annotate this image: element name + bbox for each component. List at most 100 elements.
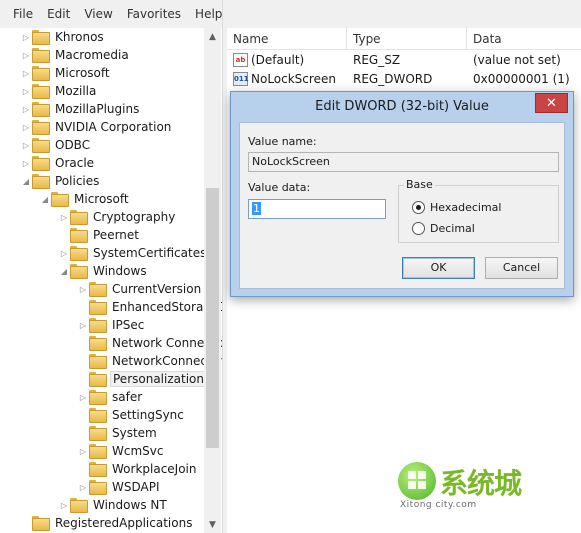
tree-item-label: safer — [112, 390, 143, 404]
tree-item-label: ODBC — [55, 138, 91, 152]
watermark-text: 系统城 — [440, 467, 522, 500]
tree-item-label: Oracle — [55, 156, 95, 170]
folder-icon — [32, 66, 50, 81]
expand-arrow-icon[interactable]: ▷ — [58, 244, 70, 262]
tree-item-label-selected: Personalization — [110, 371, 207, 387]
list-row-nolockscreen[interactable]: 011 NoLockScreen REG_DWORD 0x00000001 (1… — [227, 70, 581, 89]
tree-item[interactable]: ▷ SystemCertificates — [58, 244, 208, 262]
radio-decimal[interactable]: Decimal — [412, 220, 475, 236]
tree-item-label: NVIDIA Corporation — [55, 120, 172, 134]
tree-item[interactable]: Personalization — [77, 370, 207, 388]
value-data-text: 1 — [252, 202, 261, 215]
tree-item[interactable]: ◢ Microsoft — [39, 190, 131, 208]
folder-icon — [89, 372, 107, 387]
cancel-button[interactable]: Cancel — [485, 257, 558, 279]
ok-button[interactable]: OK — [402, 257, 475, 279]
list-row-default[interactable]: ab (Default) REG_SZ (value not set) — [227, 51, 581, 70]
value-data-input[interactable]: 1 — [248, 199, 386, 219]
tree-item[interactable]: EnhancedStorageDevices — [77, 298, 222, 316]
folder-icon — [32, 84, 50, 99]
menu-edit[interactable]: Edit — [40, 0, 77, 28]
registry-tree[interactable]: ▷ Khronos ▷ Macromedia ▷ Microsoft ▷ Mozilla ▷ Mo… — [0, 28, 222, 533]
scroll-down-arrow-icon[interactable]: ▼ — [204, 516, 221, 533]
scroll-up-arrow-icon[interactable]: ▲ — [204, 28, 221, 45]
folder-icon — [89, 444, 107, 459]
tree-item[interactable]: ▷ IPSec — [77, 316, 146, 334]
collapse-arrow-icon[interactable]: ◢ — [58, 262, 70, 280]
tree-item-label: Mozilla — [55, 84, 97, 98]
string-value-icon: ab — [233, 53, 248, 67]
tree-item[interactable]: NetworkConnectivityStatusIndicator — [77, 352, 222, 370]
tree-item[interactable]: ▷ Microsoft — [20, 64, 112, 82]
folder-icon — [89, 390, 107, 405]
folder-icon — [89, 336, 107, 351]
tree-item[interactable]: ▷ Cryptography — [58, 208, 177, 226]
menu-view[interactable]: View — [77, 0, 119, 28]
expand-arrow-icon[interactable]: ▷ — [77, 478, 89, 496]
tree-item[interactable]: ▷ NVIDIA Corporation — [20, 118, 173, 136]
tree-item-label: System — [112, 426, 157, 440]
expand-arrow-icon[interactable]: ▷ — [20, 82, 32, 100]
tree-item[interactable]: ▷ ODBC — [20, 136, 92, 154]
tree-item[interactable]: Network Connections — [77, 334, 222, 352]
tree-item[interactable]: ▷ MozillaPlugins — [20, 100, 141, 118]
radio-unselected-icon[interactable] — [412, 221, 425, 235]
folder-icon — [70, 264, 88, 279]
tree-item[interactable]: SettingSync — [77, 406, 186, 424]
tree-item[interactable]: ▷ Oracle — [20, 154, 96, 172]
tree-item[interactable]: ▷ WcmSvc — [77, 442, 165, 460]
collapse-arrow-icon[interactable]: ◢ — [39, 190, 51, 208]
expand-arrow-icon[interactable]: ▷ — [20, 154, 32, 172]
menu-file[interactable]: File — [6, 0, 40, 28]
tree-item[interactable]: ▷ Mozilla — [20, 82, 98, 100]
expand-arrow-icon[interactable]: ▷ — [77, 316, 89, 334]
no-expander — [77, 352, 89, 370]
value-type: REG_SZ — [353, 53, 401, 67]
expand-arrow-icon[interactable]: ▷ — [20, 100, 32, 118]
tree-item[interactable]: System — [77, 424, 159, 442]
tree-item[interactable]: ▷ CurrentVersion — [77, 280, 203, 298]
tree-item[interactable]: WorkplaceJoin — [77, 460, 199, 478]
no-expander — [77, 370, 89, 388]
tree-item-label: WcmSvc — [112, 444, 164, 458]
tree-item[interactable]: ▷ Khronos — [20, 28, 106, 46]
radio-selected-icon[interactable] — [412, 200, 425, 214]
expand-arrow-icon[interactable]: ▷ — [20, 118, 32, 136]
no-expander — [58, 226, 70, 244]
tree-item[interactable]: ◢ Policies — [20, 172, 101, 190]
menu-favorites[interactable]: Favorites — [120, 0, 188, 28]
close-icon[interactable]: ✕ — [535, 93, 568, 113]
expand-arrow-icon[interactable]: ▷ — [20, 136, 32, 154]
column-type[interactable]: Type — [347, 28, 467, 50]
scroll-thumb[interactable] — [206, 188, 219, 448]
list-header: Name Type Data — [227, 28, 581, 50]
no-expander — [77, 334, 89, 352]
tree-item-label: Khronos — [55, 30, 104, 44]
expand-arrow-icon[interactable]: ▷ — [20, 28, 32, 46]
tree-item[interactable]: Peernet — [58, 226, 141, 244]
expand-arrow-icon[interactable]: ▷ — [20, 46, 32, 64]
tree-item-label: WorkplaceJoin — [112, 462, 197, 476]
folder-icon — [32, 516, 50, 531]
tree-item-label: MozillaPlugins — [55, 102, 140, 116]
tree-item[interactable]: ◢ Windows — [58, 262, 149, 280]
column-data[interactable]: Data — [467, 28, 581, 50]
radio-hexadecimal[interactable]: Hexadecimal — [412, 199, 501, 215]
expand-arrow-icon[interactable]: ▷ — [58, 496, 70, 514]
collapse-arrow-icon[interactable]: ◢ — [20, 172, 32, 190]
expand-arrow-icon[interactable]: ▷ — [77, 280, 89, 298]
column-name[interactable]: Name — [227, 28, 347, 50]
tree-item[interactable]: ▷ safer — [77, 388, 144, 406]
tree-item[interactable]: RegisteredApplications — [20, 514, 194, 532]
decimal-label: Decimal — [430, 221, 475, 235]
tree-item[interactable]: ▷ Macromedia — [20, 46, 131, 64]
expand-arrow-icon[interactable]: ▷ — [58, 208, 70, 226]
expand-arrow-icon[interactable]: ▷ — [20, 64, 32, 82]
expand-arrow-icon[interactable]: ▷ — [77, 442, 89, 460]
dialog-body: Value name: NoLockScreen Value data: 1 B… — [239, 122, 565, 289]
folder-icon — [89, 426, 107, 441]
tree-scrollbar[interactable]: ▲ ▼ — [204, 28, 221, 533]
tree-item[interactable]: ▷ Windows NT — [58, 496, 169, 514]
expand-arrow-icon[interactable]: ▷ — [77, 388, 89, 406]
tree-item[interactable]: ▷ WSDAPI — [77, 478, 162, 496]
